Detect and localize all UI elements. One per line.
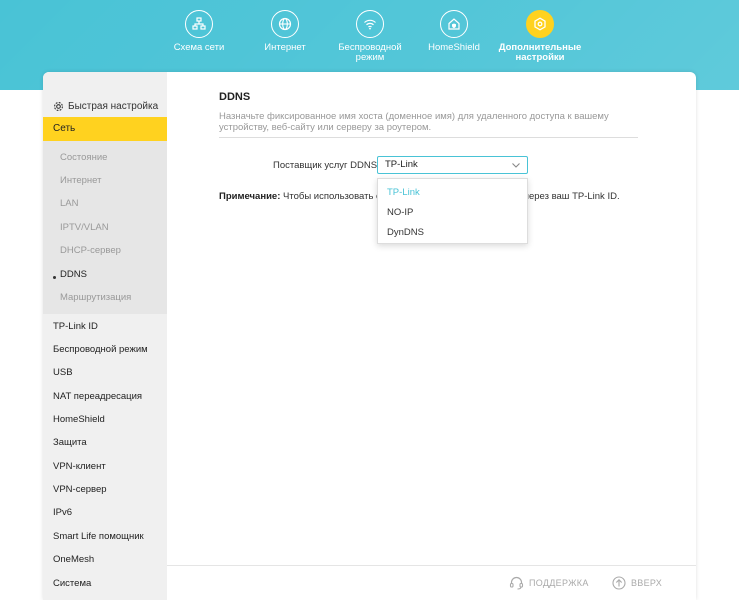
dropdown-option-noip[interactable]: NO-IP <box>387 207 413 218</box>
sidebar-item-onemesh[interactable]: OneMesh <box>53 554 94 565</box>
sidebar: Быстрая настройка Сеть Состояние Интерне… <box>43 72 167 600</box>
top-nav: Схема сети Интернет Беспроводной режим H… <box>0 0 739 72</box>
provider-select-value: TP-Link <box>385 159 418 170</box>
main-content: DDNS Назначьте фиксированное имя хоста (… <box>167 72 696 600</box>
sidebar-subitem-status[interactable]: Состояние <box>60 152 107 163</box>
back-to-top-button[interactable]: ВВЕРХ <box>612 576 662 590</box>
sidebar-item-quick-setup[interactable]: Быстрая настройка <box>43 98 158 114</box>
arrow-up-icon <box>612 576 626 590</box>
provider-select[interactable]: TP-Link <box>377 156 528 174</box>
nav-homeshield[interactable]: HomeShield <box>409 10 499 53</box>
nav-advanced[interactable]: Дополнительные настройки <box>495 10 585 63</box>
sidebar-item-ipv6[interactable]: IPv6 <box>53 507 72 518</box>
note-text-right: через ваш TP-Link ID. <box>524 191 620 202</box>
chevron-down-icon <box>512 163 520 168</box>
sidebar-item-network[interactable]: Сеть <box>43 117 167 141</box>
note-text: Примечание: Чтобы использовать слу через… <box>219 191 620 202</box>
settings-panel: Быстрая настройка Сеть Состояние Интерне… <box>43 72 696 600</box>
nav-label: Беспроводной режим <box>338 42 402 63</box>
sidebar-item-nat[interactable]: NAT переадресация <box>53 391 142 402</box>
footer: ПОДДЕРЖКА ВВЕРХ <box>167 565 696 600</box>
note-label: Примечание: <box>219 191 281 202</box>
wifi-icon <box>356 10 384 38</box>
gear-icon <box>54 101 63 111</box>
nav-label: Дополнительные настройки <box>498 42 582 63</box>
page-title: DDNS <box>219 91 251 103</box>
sidebar-item-smart-life[interactable]: Smart Life помощник <box>53 531 144 542</box>
current-indicator-dot <box>53 276 56 279</box>
sidebar-item-vpn-server[interactable]: VPN-сервер <box>53 484 107 495</box>
provider-label: Поставщик услуг DDNS: <box>273 160 380 171</box>
sidebar-subitem-routing[interactable]: Маршрутизация <box>60 292 131 303</box>
nav-label: Схема сети <box>173 42 225 53</box>
sidebar-item-tplink-id[interactable]: TP-Link ID <box>53 321 98 332</box>
provider-dropdown-menu: TP-Link NO-IP DynDNS <box>377 178 528 244</box>
sidebar-item-system[interactable]: Система <box>53 578 91 589</box>
page-description: Назначьте фиксированное имя хоста (домен… <box>219 111 609 133</box>
note-text-left: Чтобы использовать слу <box>283 191 392 202</box>
sidebar-item-vpn-client[interactable]: VPN-клиент <box>53 461 106 472</box>
home-shield-icon <box>440 10 468 38</box>
dropdown-option-dyndns[interactable]: DynDNS <box>387 227 424 238</box>
sidebar-subitem-internet[interactable]: Интернет <box>60 175 101 186</box>
dropdown-option-tplink[interactable]: TP-Link <box>387 187 420 198</box>
nav-wireless[interactable]: Беспроводной режим <box>325 10 415 63</box>
network-map-icon <box>185 10 213 38</box>
nav-label: HomeShield <box>428 42 480 53</box>
nav-label: Интернет <box>264 42 306 53</box>
support-button[interactable]: ПОДДЕРЖКА <box>509 576 589 590</box>
headset-icon <box>509 576 524 590</box>
nav-internet[interactable]: Интернет <box>240 10 330 53</box>
sidebar-subitem-iptv[interactable]: IPTV/VLAN <box>60 222 109 233</box>
sidebar-item-wireless[interactable]: Беспроводной режим <box>53 344 148 355</box>
sidebar-item-homeshield[interactable]: HomeShield <box>53 414 105 425</box>
nav-network-map[interactable]: Схема сети <box>154 10 244 53</box>
top-label: ВВЕРХ <box>631 578 663 588</box>
sidebar-subitem-dhcp[interactable]: DHCP-сервер <box>60 245 121 256</box>
support-label: ПОДДЕРЖКА <box>529 578 589 588</box>
sidebar-item-usb[interactable]: USB <box>53 367 73 378</box>
sidebar-item-security[interactable]: Защита <box>53 437 87 448</box>
sidebar-subitem-ddns[interactable]: DDNS <box>60 269 87 280</box>
globe-icon <box>271 10 299 38</box>
advanced-settings-icon <box>526 10 554 38</box>
sidebar-subitem-lan[interactable]: LAN <box>60 198 78 209</box>
sidebar-item-label: Быстрая настройка <box>68 100 159 112</box>
divider <box>219 137 638 138</box>
